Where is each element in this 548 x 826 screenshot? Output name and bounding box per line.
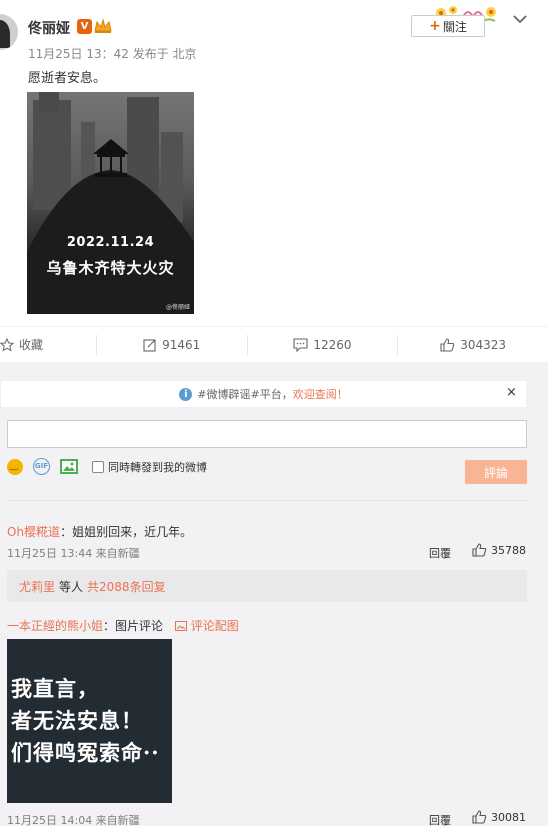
- repost-checkbox-label: 同時轉發到我的微博: [108, 460, 207, 474]
- star-icon: [0, 337, 14, 352]
- repost-button[interactable]: 91461: [97, 327, 247, 362]
- comment-text: ：图片评论: [103, 619, 164, 633]
- post-text: 愿逝者安息。: [28, 71, 107, 86]
- image-date-text: 2022.11.24: [66, 235, 155, 250]
- comment-time: 11月25日 13:44 来自新疆: [7, 547, 140, 560]
- post-meta: 11月25日 13：42 发布于 北京: [28, 45, 197, 62]
- sub-reply-text: 等人: [59, 579, 84, 594]
- comment-body: 一本正經的熊小姐：图片评论 评论配图: [7, 617, 239, 634]
- comment-image-link[interactable]: 评论配图: [174, 619, 239, 633]
- comment-body: Oh樱糀道：姐姐别回来，近几年。: [7, 523, 192, 540]
- sub-replies-bar[interactable]: 尤莉里 等人 共2088条回复: [7, 570, 527, 602]
- post-author[interactable]: 佟丽娅: [28, 18, 70, 38]
- close-icon[interactable]: ×: [506, 385, 517, 400]
- image-watermark: @佟丽娅: [165, 304, 190, 311]
- comment-icon: [293, 337, 308, 352]
- chevron-down-icon[interactable]: [512, 13, 528, 25]
- repost-count: 91461: [162, 337, 201, 352]
- like-button[interactable]: 304323: [398, 327, 548, 362]
- comment-user[interactable]: 一本正經的熊小姐: [7, 619, 103, 633]
- post-source: 发布于 北京: [132, 47, 197, 61]
- comment-tools: GIF 同時轉發到我的微博: [7, 458, 207, 475]
- repost-icon: [143, 338, 156, 352]
- submit-comment-button[interactable]: 評論: [465, 460, 527, 484]
- comment-text: ：姐姐别回来，近几年。: [60, 525, 193, 539]
- sub-reply-count[interactable]: 共2088条回复: [87, 578, 166, 595]
- comment-image-text-line: 们得鸣冤索命··: [11, 740, 160, 765]
- repost-checkbox-wrap: 同時轉發到我的微博: [92, 459, 207, 475]
- gif-icon[interactable]: GIF: [33, 458, 50, 475]
- image-caption: 乌鲁木齐特大火灾: [46, 259, 175, 277]
- like-count: 304323: [460, 337, 507, 352]
- comment-like-button[interactable]: 30081: [472, 810, 526, 824]
- image-link-icon: [174, 621, 187, 631]
- follow-label: 關注: [442, 19, 467, 34]
- post-image[interactable]: 2022.11.24 乌鲁木齐特大火灾 @佟丽娅: [27, 92, 194, 314]
- comment-image-link-label: 评论配图: [190, 619, 239, 633]
- city-skyline-graphic: [27, 92, 194, 314]
- plus-icon: +: [429, 18, 441, 34]
- comment-input[interactable]: [7, 420, 527, 448]
- comment-like-count: 30081: [491, 810, 526, 824]
- verified-badge: V: [77, 19, 92, 34]
- comment-user[interactable]: Oh樱糀道: [7, 525, 60, 539]
- repost-checkbox[interactable]: [92, 460, 104, 473]
- post-time[interactable]: 11月25日 13：42: [28, 47, 129, 61]
- picture-icon[interactable]: [60, 459, 78, 474]
- rumor-notice: i #微博辟谣#平台， 欢迎查阅！: [0, 380, 527, 408]
- divider: [7, 500, 527, 501]
- sub-reply-user[interactable]: 尤莉里: [19, 578, 55, 595]
- comment-like-count: 35788: [491, 543, 526, 557]
- comment-like-button[interactable]: 35788: [472, 543, 526, 557]
- reply-button[interactable]: 回覆: [429, 812, 451, 826]
- thumbs-up-icon: [472, 543, 487, 557]
- comment-image-text-line: 者无法安息！: [11, 708, 143, 733]
- action-bar: 收藏 91461 12260 304323: [0, 326, 548, 362]
- comment-count: 12260: [313, 337, 352, 352]
- comment-button[interactable]: 12260: [248, 327, 398, 362]
- rumor-welcome-text: 欢迎查阅！: [292, 388, 348, 401]
- emoji-icon[interactable]: [7, 458, 23, 475]
- favorite-button[interactable]: 收藏: [0, 327, 96, 362]
- comment-image-text-line: 我直言，: [11, 676, 99, 701]
- info-icon: i: [179, 387, 193, 401]
- avatar[interactable]: [0, 14, 18, 50]
- reply-button[interactable]: 回覆: [429, 545, 451, 561]
- thumbs-up-icon: [440, 337, 455, 352]
- follow-button[interactable]: + 關注: [411, 15, 485, 37]
- crown-icon: [94, 18, 112, 33]
- rumor-tag-link[interactable]: #微博辟谣#平台，: [197, 386, 292, 402]
- comment-time: 11月25日 14:04 来自新疆: [7, 814, 140, 826]
- comment-image[interactable]: 我直言， 者无法安息！ 们得鸣冤索命··: [7, 639, 172, 803]
- thumbs-up-icon: [472, 810, 487, 824]
- favorite-label: 收藏: [19, 338, 44, 352]
